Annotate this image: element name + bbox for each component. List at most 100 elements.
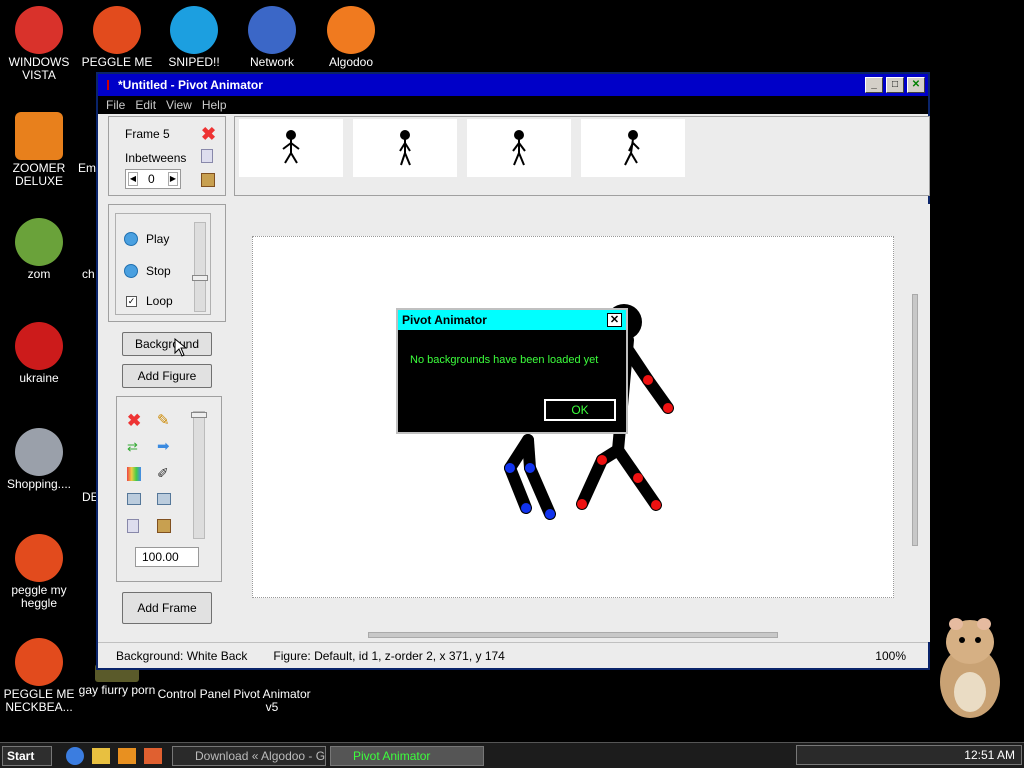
desktop-icon-pivot-animator[interactable]: Pivot Animator v5 — [233, 688, 311, 714]
frame-thumbnail[interactable] — [467, 119, 571, 177]
tools-panel: ✖ ✎ ⇄ ➡ ✐ 100.00 — [116, 396, 222, 582]
peggle-icon — [93, 6, 141, 54]
vertical-scrollbar[interactable] — [910, 208, 920, 628]
menu-file[interactable]: File — [106, 98, 125, 112]
window-title: *Untitled - Pivot Animator — [118, 78, 263, 92]
dialog-close-icon[interactable]: ✕ — [607, 313, 622, 327]
send-back-icon[interactable] — [157, 493, 171, 505]
zoomer-icon — [15, 112, 63, 160]
explorer-icon[interactable] — [92, 747, 110, 764]
windows-vista-icon — [15, 6, 63, 54]
flip-icon[interactable]: ⇄ — [127, 439, 138, 455]
desktop-icon-network[interactable]: Network — [233, 6, 311, 69]
paste-figure-icon[interactable] — [157, 519, 171, 533]
scale-slider-handle[interactable] — [191, 412, 207, 418]
inbetweens-value: 0 — [148, 172, 155, 186]
desktop-icon-em[interactable]: Em — [78, 162, 98, 175]
taskbar-task-pivot[interactable]: Pivot Animator — [330, 745, 484, 766]
playback-panel: Play Stop ✓ Loop — [108, 204, 226, 322]
desktop-icon-windows-vista[interactable]: WINDOWS VISTA — [0, 6, 78, 82]
menu-help[interactable]: Help — [202, 98, 227, 112]
speed-slider[interactable] — [192, 222, 208, 312]
status-background: Background: White Back — [116, 648, 248, 663]
scale-slider[interactable] — [191, 411, 207, 539]
stepper-right-icon[interactable]: ▶ — [168, 172, 178, 186]
menu-edit[interactable]: Edit — [135, 98, 156, 112]
horizontal-scrollbar-thumb[interactable] — [368, 632, 778, 638]
radiation-icon — [15, 322, 63, 370]
minimize-button[interactable]: _ — [865, 77, 883, 93]
inbetweens-stepper[interactable]: ◀ 0 ▶ — [125, 169, 181, 189]
peggle-icon — [15, 534, 63, 582]
menu-view[interactable]: View — [166, 98, 192, 112]
alert-dialog: Pivot Animator ✕ No backgrounds have bee… — [396, 308, 628, 434]
desktop-icon-algodoo[interactable]: Algodoo — [312, 6, 390, 69]
play-label[interactable]: Play — [146, 232, 169, 246]
clock[interactable]: 12:51 AM — [964, 748, 1015, 762]
mozilla-icon[interactable] — [144, 747, 162, 764]
delete-figure-icon[interactable]: ✖ — [127, 411, 141, 431]
playback-group: Play Stop ✓ Loop — [115, 213, 211, 315]
skype-icon — [170, 6, 218, 54]
taskbar: Start Download « Algodoo - Go... Pivot A… — [0, 742, 1024, 768]
stop-icon[interactable] — [124, 264, 138, 278]
taskbar-task-algodoo[interactable]: Download « Algodoo - Go... — [172, 745, 326, 766]
eyedropper-icon[interactable]: ✐ — [157, 465, 169, 482]
dialog-message: No backgrounds have been loaded yet — [410, 354, 599, 366]
play-icon[interactable] — [124, 232, 138, 246]
loop-checkbox[interactable]: ✓ — [126, 296, 137, 307]
status-figure: Figure: Default, id 1, z-order 2, x 371,… — [273, 648, 505, 663]
media-player-icon[interactable] — [118, 747, 136, 764]
close-button[interactable]: ✕ — [907, 77, 925, 93]
inbetweens-label: Inbetweens — [125, 151, 187, 165]
background-button[interactable]: Background — [122, 332, 212, 356]
add-frame-button[interactable]: Add Frame — [122, 592, 212, 624]
desktop-icon-zom[interactable]: zom — [0, 218, 78, 281]
frame-thumbnail[interactable] — [239, 119, 343, 177]
color-palette-icon[interactable] — [127, 467, 141, 481]
title-bar: *Untitled - Pivot Animator _ □ ✕ — [98, 74, 928, 96]
horizontal-scrollbar[interactable] — [238, 630, 908, 640]
pencil-icon[interactable]: ✎ — [157, 411, 170, 429]
dialog-title: Pivot Animator — [398, 310, 626, 330]
frame-label: Frame 5 — [125, 127, 170, 141]
desktop-icon-peggle-me[interactable]: PEGGLE ME — [78, 6, 156, 69]
desktop-icon-peggle-me-neckbeard[interactable]: PEGGLE ME NECKBEA... — [0, 638, 78, 714]
maximize-button[interactable]: □ — [886, 77, 904, 93]
speed-slider-handle[interactable] — [192, 275, 208, 281]
add-figure-button[interactable]: Add Figure — [122, 364, 212, 388]
paste-frame-icon[interactable] — [201, 173, 215, 187]
bring-front-icon[interactable] — [127, 493, 141, 505]
network-icon — [248, 6, 296, 54]
desktop-icon-sniped[interactable]: SNIPED!! — [155, 6, 233, 69]
desktop-icon-peggle-my-heggle[interactable]: peggle my heggle — [0, 534, 78, 610]
menu-bar: File Edit View Help — [98, 96, 928, 114]
copy-figure-icon[interactable] — [127, 519, 139, 533]
desktop-icon-ukraine[interactable]: ukraine — [0, 322, 78, 385]
stop-label[interactable]: Stop — [146, 264, 171, 278]
timeline — [234, 116, 930, 196]
copy-frame-icon[interactable] — [201, 149, 213, 163]
algodoo-icon — [327, 6, 375, 54]
peggle-icon — [15, 638, 63, 686]
mouse-cursor-icon — [174, 338, 188, 357]
status-bar: Background: White Back Figure: Default, … — [98, 642, 928, 668]
flash-icon — [15, 428, 63, 476]
arrow-icon[interactable]: ➡ — [157, 437, 170, 455]
desktop-icon-shopping[interactable]: Shopping.... — [0, 428, 78, 491]
system-tray: 12:51 AM — [796, 745, 1022, 765]
ie-icon[interactable] — [66, 746, 84, 765]
dialog-ok-button[interactable]: OK — [544, 399, 616, 421]
frame-thumbnail[interactable] — [581, 119, 685, 177]
flower-icon — [15, 218, 63, 266]
scale-input[interactable]: 100.00 — [135, 547, 199, 567]
desktop-icon-zoomer-deluxe[interactable]: ZOOMER DELUXE — [0, 112, 78, 188]
frame-thumbnail[interactable] — [353, 119, 457, 177]
stepper-left-icon[interactable]: ◀ — [128, 172, 138, 186]
vertical-scrollbar-thumb[interactable] — [912, 294, 918, 546]
status-zoom: 100% — [875, 648, 906, 663]
delete-frame-icon[interactable]: ✖ — [201, 124, 216, 145]
loop-label[interactable]: Loop — [146, 294, 173, 308]
start-button[interactable]: Start — [2, 745, 52, 766]
desktop-icon-control-panel[interactable]: Control Panel — [155, 688, 233, 701]
